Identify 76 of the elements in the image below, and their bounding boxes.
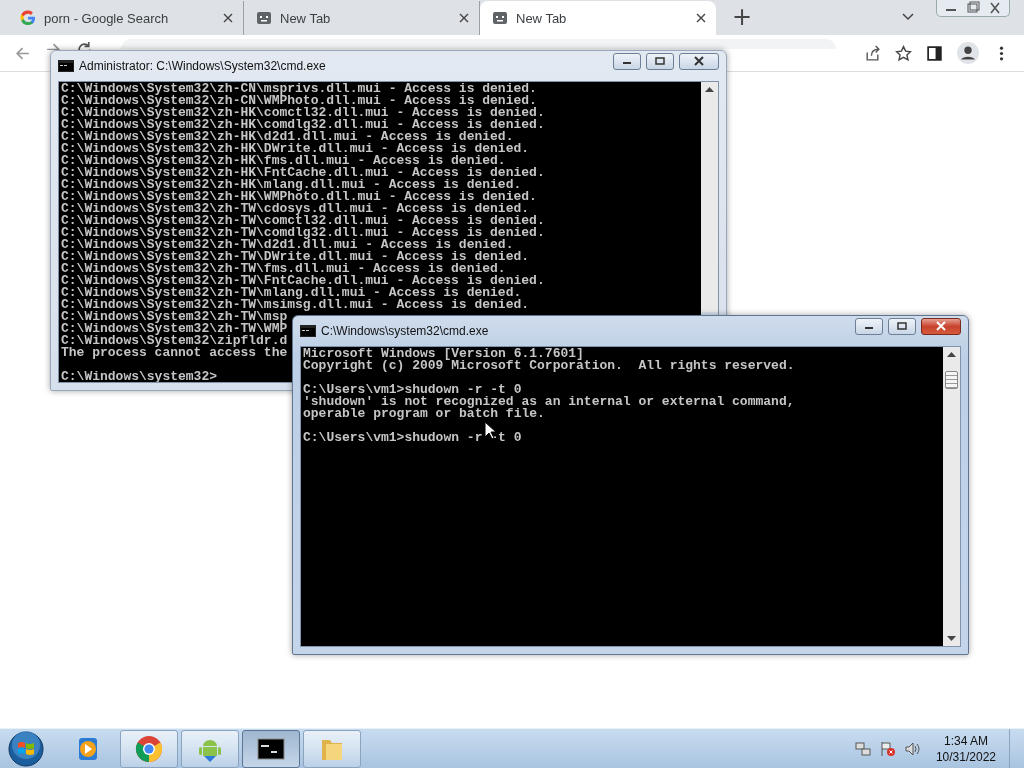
console-line: C:\Windows\System32\zh-HK\comdlg32.dll.mui - Access is denied.: [61, 119, 545, 131]
forward-icon[interactable]: [45, 41, 62, 50]
console-line: C:\Windows\System32\zh-TW\d2d1.dll.mui - Access is denied.: [61, 239, 514, 251]
profile-icon[interactable]: [957, 42, 979, 64]
scrollbar[interactable]: [943, 347, 960, 646]
console-line: C:\Windows\System32\zh-HK\FntCache.dll.mui - Access is denied.: [61, 167, 545, 179]
scroll-down-icon[interactable]: [947, 636, 956, 642]
console-line: C:\Windows\System32\zh-TW\msp: [61, 311, 288, 323]
console-line: The process cannot access the: [61, 347, 288, 359]
console-taskbar-button[interactable]: [242, 729, 300, 768]
chrome-taskbar-button[interactable]: [120, 729, 178, 768]
maximize-button[interactable]: [646, 52, 674, 70]
console-line: C:\Windows\System32\zh-TW\comctl32.dll.mui - Access is denied.: [61, 215, 545, 227]
window-controls[interactable]: [936, 0, 1010, 17]
minimize-button[interactable]: [613, 52, 641, 70]
console-line: Microsoft Windows [Version 6.1.7601]: [303, 348, 584, 360]
side-panel-icon[interactable]: [926, 44, 943, 62]
console-line: C:\Windows\System32\zipfldr.d: [61, 335, 288, 347]
close-icon[interactable]: [459, 13, 469, 23]
close-button[interactable]: [679, 52, 719, 70]
close-icon[interactable]: [696, 13, 706, 23]
window-title: C:\Windows\system32\cmd.exe: [321, 324, 489, 338]
console-line: C:\Windows\System32\zh-HK\fms.dll.mui - Access is denied.: [61, 155, 506, 167]
scroll-up-icon[interactable]: [947, 351, 956, 357]
volume-icon[interactable]: [904, 740, 921, 757]
close-button[interactable]: [921, 317, 961, 335]
share-icon[interactable]: [864, 44, 881, 62]
maximize-icon: [896, 322, 908, 330]
reload-icon[interactable]: [76, 41, 93, 50]
console-line: C:\Windows\System32\zh-HK\WMPhoto.dll.mui - Access is denied.: [61, 191, 537, 203]
chrome-icon: [135, 734, 163, 763]
browser-tab[interactable]: porn - Google Search: [8, 1, 244, 35]
console-line: C:\Windows\System32\zh-TW\comdlg32.dll.mui - Access is denied.: [61, 227, 545, 239]
clock-date[interactable]: 10/31/2022: [935, 748, 996, 765]
console-line: C:\Windows\System32\zh-TW\cdosys.dll.mui - Access is denied.: [61, 203, 530, 215]
console-icon: [58, 60, 74, 72]
browser-tab[interactable]: New Tab: [480, 1, 716, 35]
console-icon: [300, 325, 316, 337]
close-icon: [935, 321, 947, 331]
page-icon: [492, 10, 508, 26]
console-line: Copyright (c) 2009 Microsoft Corporation. All rights reserved.: [303, 360, 795, 372]
flag-warning-icon[interactable]: [879, 740, 896, 757]
console-line: C:\Windows\system32>: [61, 371, 218, 382]
close-icon[interactable]: [223, 13, 233, 23]
scrollbar[interactable]: [701, 82, 718, 312]
console-line: C:\Windows\System32\zh-TW\fms.dll.mui - Access is denied.: [61, 263, 506, 275]
console-line: C:\Windows\System32\zh-CN\msprivs.dll.mui - Access is denied.: [61, 83, 537, 95]
star-icon[interactable]: [895, 44, 912, 62]
close-icon: [693, 56, 705, 66]
console-line: C:\Windows\System32\zh-HK\mlang.dll.mui - Access is denied.: [61, 179, 522, 191]
clock-time[interactable]: 1:34 AM: [943, 732, 988, 749]
console-line: C:\Windows\System32\zh-HK\comctl32.dll.mui - Access is denied.: [61, 107, 545, 119]
console-line: 'shudown' is not recognized as an internal or external command,: [303, 396, 795, 408]
console-line: C:\Windows\System32\zh-TW\DWrite.dll.mui - Access is denied.: [61, 251, 530, 263]
network-icon[interactable]: [854, 740, 871, 757]
console-line: C:\Windows\System32\zh-HK\d2d1.dll.mui - Access is denied.: [61, 131, 514, 143]
minimize-button[interactable]: [855, 317, 883, 335]
start-button[interactable]: [8, 730, 44, 767]
scroll-up-icon[interactable]: [705, 86, 714, 92]
console-line: C:\Windows\System32\zh-TW\msimsg.dll.mui - Access is denied.: [61, 299, 530, 311]
window-title: Administrator: C:\Windows\System32\cmd.exe: [79, 59, 326, 73]
chevron-down-icon[interactable]: [902, 13, 914, 21]
scroll-thumb[interactable]: [945, 371, 958, 389]
console-line: C:\Windows\System32\zh-TW\mlang.dll.mui - Access is denied.: [61, 287, 522, 299]
new-tab-button[interactable]: +: [726, 3, 759, 31]
page-icon: [256, 10, 272, 26]
console-line: operable program or batch file.: [303, 408, 545, 420]
console-line: C:\Users\vm1>shudown -r -t 0: [303, 384, 522, 396]
console-line: C:\Windows\System32\zh-HK\DWrite.dll.mui - Access is denied.: [61, 143, 530, 155]
console-line: C:\Windows\System32\zh-TW\WMP: [61, 323, 288, 335]
console-line: C:\Users\vm1>shudown -r -t 0: [303, 432, 522, 444]
google-icon: [20, 10, 36, 26]
console-line: C:\Windows\System32\zh-CN\WMPhoto.dll.mui - Access is denied.: [61, 95, 537, 107]
maximize-icon: [654, 57, 666, 65]
console-line: C:\Windows\System32\zh-TW\FntCache.dll.mui - Access is denied.: [61, 275, 545, 287]
maximize-button[interactable]: [888, 317, 916, 335]
